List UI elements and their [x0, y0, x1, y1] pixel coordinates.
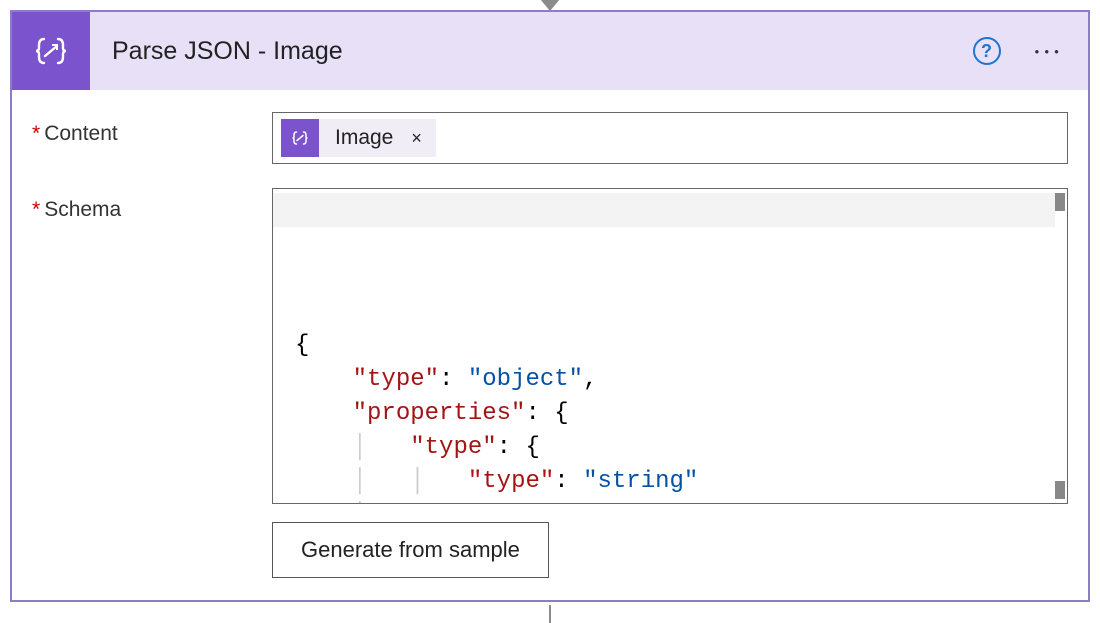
flow-connector-top [539, 0, 561, 17]
content-row: *Content Image × [32, 112, 1068, 164]
card-body: *Content Image × [12, 90, 1088, 600]
editor-active-line [273, 193, 1055, 227]
schema-code-editor[interactable]: { "type": "object", "properties": { │ "t… [272, 188, 1068, 504]
parse-json-icon [281, 119, 319, 157]
required-star: * [32, 122, 40, 145]
schema-label-text: Schema [44, 198, 121, 221]
code-content: { "type": "object", "properties": { │ "t… [295, 329, 1057, 504]
content-input[interactable]: Image × [272, 112, 1068, 164]
card-title: Parse JSON - Image [112, 37, 973, 66]
more-options-button[interactable]: ●●● [1031, 39, 1069, 64]
content-token-image[interactable]: Image × [281, 119, 436, 157]
schema-row: *Schema { "type": "object", "properties"… [32, 188, 1068, 578]
token-remove-icon[interactable]: × [407, 128, 436, 149]
scrollbar-thumb[interactable] [1055, 193, 1065, 211]
token-label: Image [319, 126, 407, 150]
help-icon[interactable]: ? [973, 37, 1001, 65]
content-label-text: Content [44, 122, 118, 145]
required-star: * [32, 198, 40, 221]
schema-label: *Schema [32, 188, 272, 222]
parse-json-icon [12, 12, 90, 90]
card-header[interactable]: Parse JSON - Image ? ●●● [12, 12, 1088, 90]
content-label: *Content [32, 112, 272, 146]
flow-connector-bottom [549, 605, 551, 623]
parse-json-action-card: Parse JSON - Image ? ●●● *Content [10, 10, 1090, 602]
generate-from-sample-button[interactable]: Generate from sample [272, 522, 549, 578]
